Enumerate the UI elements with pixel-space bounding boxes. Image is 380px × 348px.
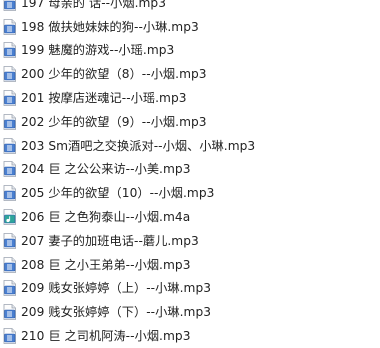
file-name: 203 Sm酒吧之交换派对--小烟、小琳.mp3 <box>21 138 256 153</box>
audio-file-icon <box>3 185 16 202</box>
file-name: 202 少年的欲望（9）--小烟.mp3 <box>21 114 207 129</box>
audio-file-icon <box>3 18 16 35</box>
file-row[interactable]: 208 巨 之小王弟弟--小烟.mp3 <box>0 253 380 277</box>
file-row[interactable]: 197 母亲的 话--小烟.mp3 <box>0 0 380 15</box>
m4a-file-icon <box>3 209 16 225</box>
file-row[interactable]: 210 巨 之司机阿涛--小烟.mp3 <box>0 324 380 348</box>
file-name: 209 贱女张婷婷（下）--小琳.mp3 <box>21 305 212 320</box>
audio-file-icon <box>3 280 16 297</box>
audio-file-icon <box>3 256 16 273</box>
audio-file-icon <box>3 0 16 11</box>
file-row[interactable]: 200 少年的欲望（8）--小烟.mp3 <box>0 62 380 86</box>
file-name: 204 巨 之公公来访--小美.mp3 <box>21 162 191 177</box>
file-list: 197 母亲的 话--小烟.mp3 198 做扶她妹妹的狗--小琳.mp3 19… <box>0 0 380 348</box>
file-name: 197 母亲的 话--小烟.mp3 <box>21 0 167 10</box>
audio-file-icon <box>3 66 16 83</box>
file-name: 209 贱女张婷婷（上）--小琳.mp3 <box>21 281 212 296</box>
audio-file-icon <box>3 304 16 321</box>
audio-file-icon <box>3 113 16 130</box>
file-row[interactable]: 207 妻子的加班电话--蘑儿.mp3 <box>0 229 380 253</box>
file-name: 201 按摩店迷魂记--小瑶.mp3 <box>21 90 187 105</box>
file-name: 208 巨 之小王弟弟--小烟.mp3 <box>21 257 191 272</box>
audio-file-icon <box>3 232 16 249</box>
file-name: 198 做扶她妹妹的狗--小琳.mp3 <box>21 19 199 34</box>
file-name: 207 妻子的加班电话--蘑儿.mp3 <box>21 233 199 248</box>
audio-file-icon <box>3 137 16 154</box>
audio-file-icon <box>3 328 16 344</box>
file-row[interactable]: 205 少年的欲望（10）--小烟.mp3 <box>0 181 380 205</box>
file-name: 210 巨 之司机阿涛--小烟.mp3 <box>21 328 191 343</box>
file-row[interactable]: 198 做扶她妹妹的狗--小琳.mp3 <box>0 15 380 39</box>
audio-file-icon <box>3 42 16 59</box>
file-row[interactable]: 201 按摩店迷魂记--小瑶.mp3 <box>0 86 380 110</box>
audio-file-icon <box>3 90 16 106</box>
file-name: 205 少年的欲望（10）--小烟.mp3 <box>21 186 215 201</box>
file-row[interactable]: 209 贱女张婷婷（上）--小琳.mp3 <box>0 277 380 301</box>
file-row[interactable]: 204 巨 之公公来访--小美.mp3 <box>0 158 380 182</box>
file-name: 199 魅魔的游戏--小瑶.mp3 <box>21 43 175 58</box>
file-row[interactable]: 209 贱女张婷婷（下）--小琳.mp3 <box>0 300 380 324</box>
file-row[interactable]: 199 魅魔的游戏--小瑶.mp3 <box>0 39 380 63</box>
file-name: 200 少年的欲望（8）--小烟.mp3 <box>21 67 207 82</box>
file-row[interactable]: 202 少年的欲望（9）--小烟.mp3 <box>0 110 380 134</box>
file-name: 206 巨 之色狗泰山--小烟.m4a <box>21 209 191 224</box>
audio-file-icon <box>3 161 16 178</box>
file-row[interactable]: 206 巨 之色狗泰山--小烟.m4a <box>0 205 380 229</box>
file-row[interactable]: 203 Sm酒吧之交换派对--小烟、小琳.mp3 <box>0 134 380 158</box>
